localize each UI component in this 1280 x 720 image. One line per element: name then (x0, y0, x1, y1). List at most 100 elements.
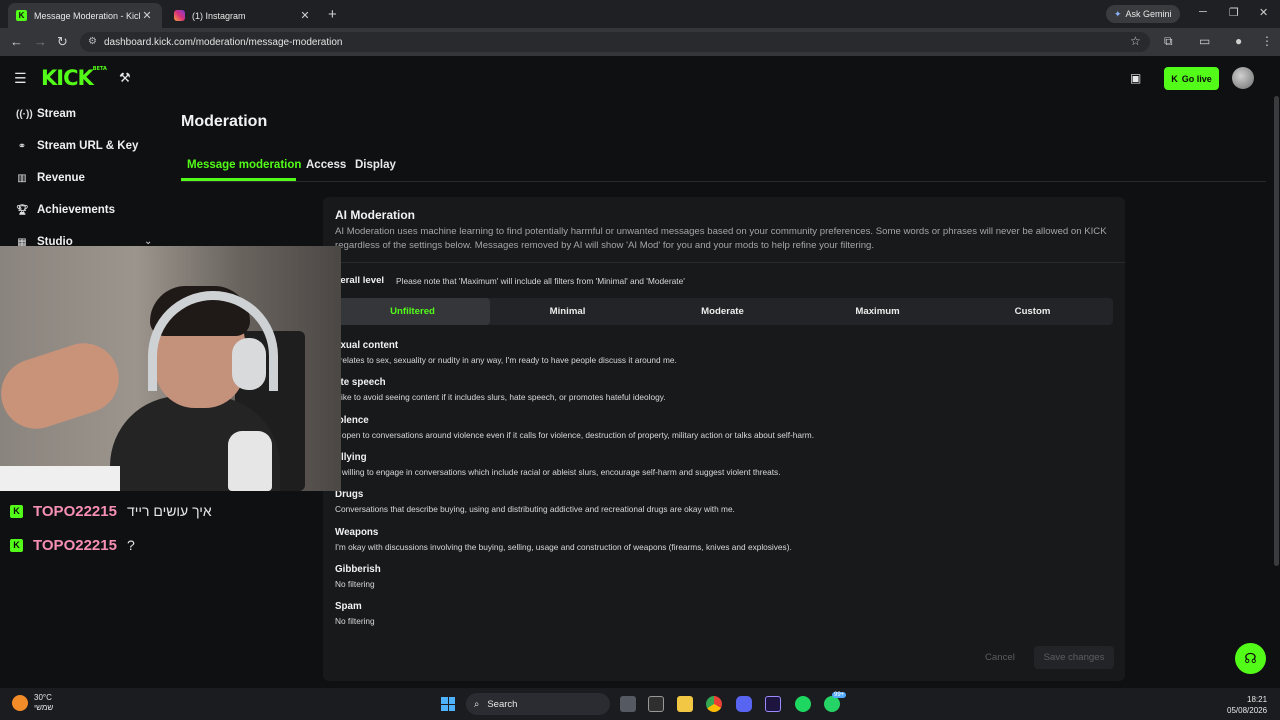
sidebar-item-label: Stream URL & Key (37, 140, 139, 152)
forward-icon[interactable]: → (34, 34, 47, 49)
hammer-icon[interactable]: ⚒ (119, 70, 131, 86)
theater-mode-icon[interactable]: ▣ (1130, 71, 1141, 85)
webcam-overlay (0, 246, 341, 491)
overall-level-note: Please note that 'Maximum' will include … (396, 276, 685, 286)
category-description: l like to avoid seeing content if it inc… (335, 392, 666, 402)
kick-logo[interactable]: KICKBETA (41, 66, 107, 90)
level-selector: Unfiltered Minimal Moderate Maximum Cust… (335, 298, 1113, 325)
link-icon: ⚭ (17, 140, 27, 152)
maximize-icon[interactable]: ❐ (1229, 6, 1239, 19)
level-minimal[interactable]: Minimal (490, 298, 645, 325)
webcam-desk (0, 466, 120, 491)
site-info-icon[interactable]: ⚙ (88, 36, 97, 47)
settings-app-icon[interactable] (648, 696, 664, 712)
profile-icon[interactable]: ● (1235, 34, 1242, 48)
sidebar-item-label: Stream (37, 108, 76, 120)
broadcast-icon: ((·)) (16, 108, 33, 120)
category-description: No filtering (335, 616, 375, 626)
discord-icon[interactable] (736, 696, 752, 712)
divider (323, 262, 1125, 263)
level-moderate[interactable]: Moderate (645, 298, 800, 325)
windows-taskbar: 30°C שמשי ⌕ Search 99+ 18:21 05/08/2026 (0, 688, 1280, 720)
file-explorer-icon[interactable] (677, 696, 693, 712)
url-text: dashboard.kick.com/moderation/message-mo… (104, 36, 343, 48)
chat-text: איך עושים רייד (126, 503, 212, 519)
chat-message: K TOPO22215 ? (10, 534, 135, 556)
category-name: Gibberish (335, 564, 381, 575)
sidebar-item-label: Achievements (37, 204, 115, 216)
ask-gemini-button[interactable]: ✦ Ask Gemini (1106, 5, 1180, 23)
menu-kebab-icon[interactable]: ⋮ (1261, 34, 1273, 48)
task-view-icon[interactable] (620, 696, 636, 712)
close-icon[interactable]: ✕ (140, 9, 154, 22)
go-live-label: Go live (1181, 73, 1212, 84)
premiere-icon[interactable] (765, 696, 781, 712)
category-bullying: ullying n willing to engage in conversat… (335, 452, 1115, 477)
sidebar-item-stream[interactable]: ((·)) Stream (16, 104, 76, 124)
hamburger-icon[interactable]: ☰ (14, 70, 27, 87)
browser-tab-kick[interactable]: K Message Moderation - Kick Da ✕ (8, 3, 162, 28)
windows-start-icon[interactable] (441, 697, 455, 711)
sidebar-item-achievements[interactable]: 🏆︎ Achievements (16, 200, 115, 220)
close-window-icon[interactable]: ✕ (1259, 6, 1268, 19)
category-violence: iolence n open to conversations around v… (335, 415, 1115, 440)
card-description: AI Moderation uses machine learning to f… (335, 226, 1107, 251)
go-live-button[interactable]: K Go live (1164, 67, 1219, 90)
minimize-icon[interactable]: ─ (1199, 6, 1207, 18)
system-clock[interactable]: 18:21 05/08/2026 (1227, 694, 1267, 716)
clock-time: 18:21 (1247, 695, 1268, 704)
browser-tab-strip: K Message Moderation - Kick Da ✕ (1) Ins… (0, 0, 1280, 28)
chat-username: TOPO22215 (33, 502, 117, 520)
category-name: Weapons (335, 527, 379, 538)
save-changes-button[interactable]: Save changes (1034, 646, 1114, 669)
webcam-headset-cup (232, 338, 266, 390)
tab-message-moderation[interactable]: Message moderation (187, 159, 301, 171)
trophy-icon: 🏆︎ (16, 204, 29, 216)
sidebar-item-revenue[interactable]: ▥ Revenue (16, 168, 85, 188)
sidepanel-icon[interactable]: ▭ (1199, 34, 1210, 48)
page-title: Moderation (181, 113, 268, 130)
bookmark-star-icon[interactable]: ☆ (1130, 34, 1141, 48)
scrollbar[interactable] (1274, 96, 1279, 566)
ai-moderation-card: AI Moderation AI Moderation uses machine… (323, 197, 1125, 681)
sidebar-item-label: Revenue (37, 172, 85, 184)
active-tab-indicator (181, 178, 296, 181)
help-chat-button[interactable]: ☊ (1235, 643, 1266, 674)
browser-tab-instagram[interactable]: (1) Instagram ✕ (166, 3, 320, 28)
close-icon[interactable]: ✕ (298, 9, 312, 22)
category-name: Drugs (335, 489, 364, 500)
new-tab-button[interactable]: + (328, 6, 337, 23)
weather-widget[interactable]: 30°C שמשי (12, 693, 53, 713)
category-gibberish: Gibberish No filtering (335, 564, 1115, 589)
tab-display[interactable]: Display (355, 159, 396, 171)
tab-access[interactable]: Access (306, 159, 346, 171)
category-name: Spam (335, 601, 362, 612)
whatsapp-icon[interactable] (824, 696, 840, 712)
level-unfiltered[interactable]: Unfiltered (335, 298, 490, 325)
chrome-icon[interactable] (706, 696, 722, 712)
extensions-icon[interactable]: ⧉ (1164, 34, 1173, 49)
category-name: ate speech (335, 377, 386, 388)
temperature: 30°C (34, 693, 52, 702)
reload-icon[interactable]: ↻ (57, 34, 68, 50)
category-description: I'm okay with discussions involving the … (335, 542, 792, 552)
clock-date: 05/08/2026 (1227, 706, 1268, 715)
taskbar-search[interactable]: ⌕ Search (466, 693, 610, 715)
level-custom[interactable]: Custom (955, 298, 1110, 325)
chat-username: TOPO22215 (33, 536, 117, 554)
kick-icon: K (1171, 73, 1178, 84)
category-name: iolence (335, 415, 369, 426)
kick-icon: K (16, 10, 27, 21)
address-bar[interactable]: ⚙ dashboard.kick.com/moderation/message-… (80, 32, 1150, 52)
category-drugs: Drugs Conversations that describe buying… (335, 489, 1115, 514)
category-description: Conversations that describe buying, usin… (335, 504, 735, 514)
card-title: AI Moderation (335, 208, 415, 222)
sidebar-item-stream-url-key[interactable]: ⚭ Stream URL & Key (16, 136, 139, 156)
category-description: n willing to engage in conversations whi… (335, 467, 781, 477)
avatar[interactable] (1232, 67, 1254, 89)
category-description: t relates to sex, sexuality or nudity in… (335, 355, 677, 365)
cancel-button[interactable]: Cancel (985, 652, 1015, 663)
spotify-icon[interactable] (795, 696, 811, 712)
back-icon[interactable]: ← (10, 34, 23, 49)
level-maximum[interactable]: Maximum (800, 298, 955, 325)
